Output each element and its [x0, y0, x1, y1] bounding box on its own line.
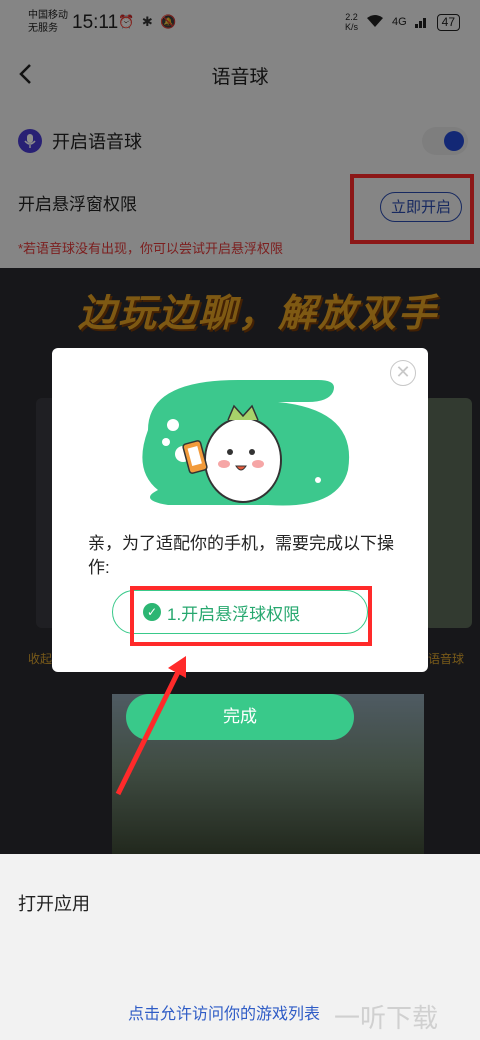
- open-app-label[interactable]: 打开应用: [18, 890, 90, 916]
- done-button[interactable]: 完成: [126, 694, 354, 740]
- close-icon[interactable]: ✕: [390, 360, 416, 386]
- allow-games-link[interactable]: 点击允许访问你的游戏列表: [128, 1000, 320, 1024]
- mascot-illustration: [142, 380, 350, 506]
- watermark: 一听下载: [334, 1003, 439, 1033]
- dialog-message: 亲，为了适配你的手机，需要完成以下操作:: [88, 534, 394, 577]
- highlight-box-step: [130, 586, 372, 646]
